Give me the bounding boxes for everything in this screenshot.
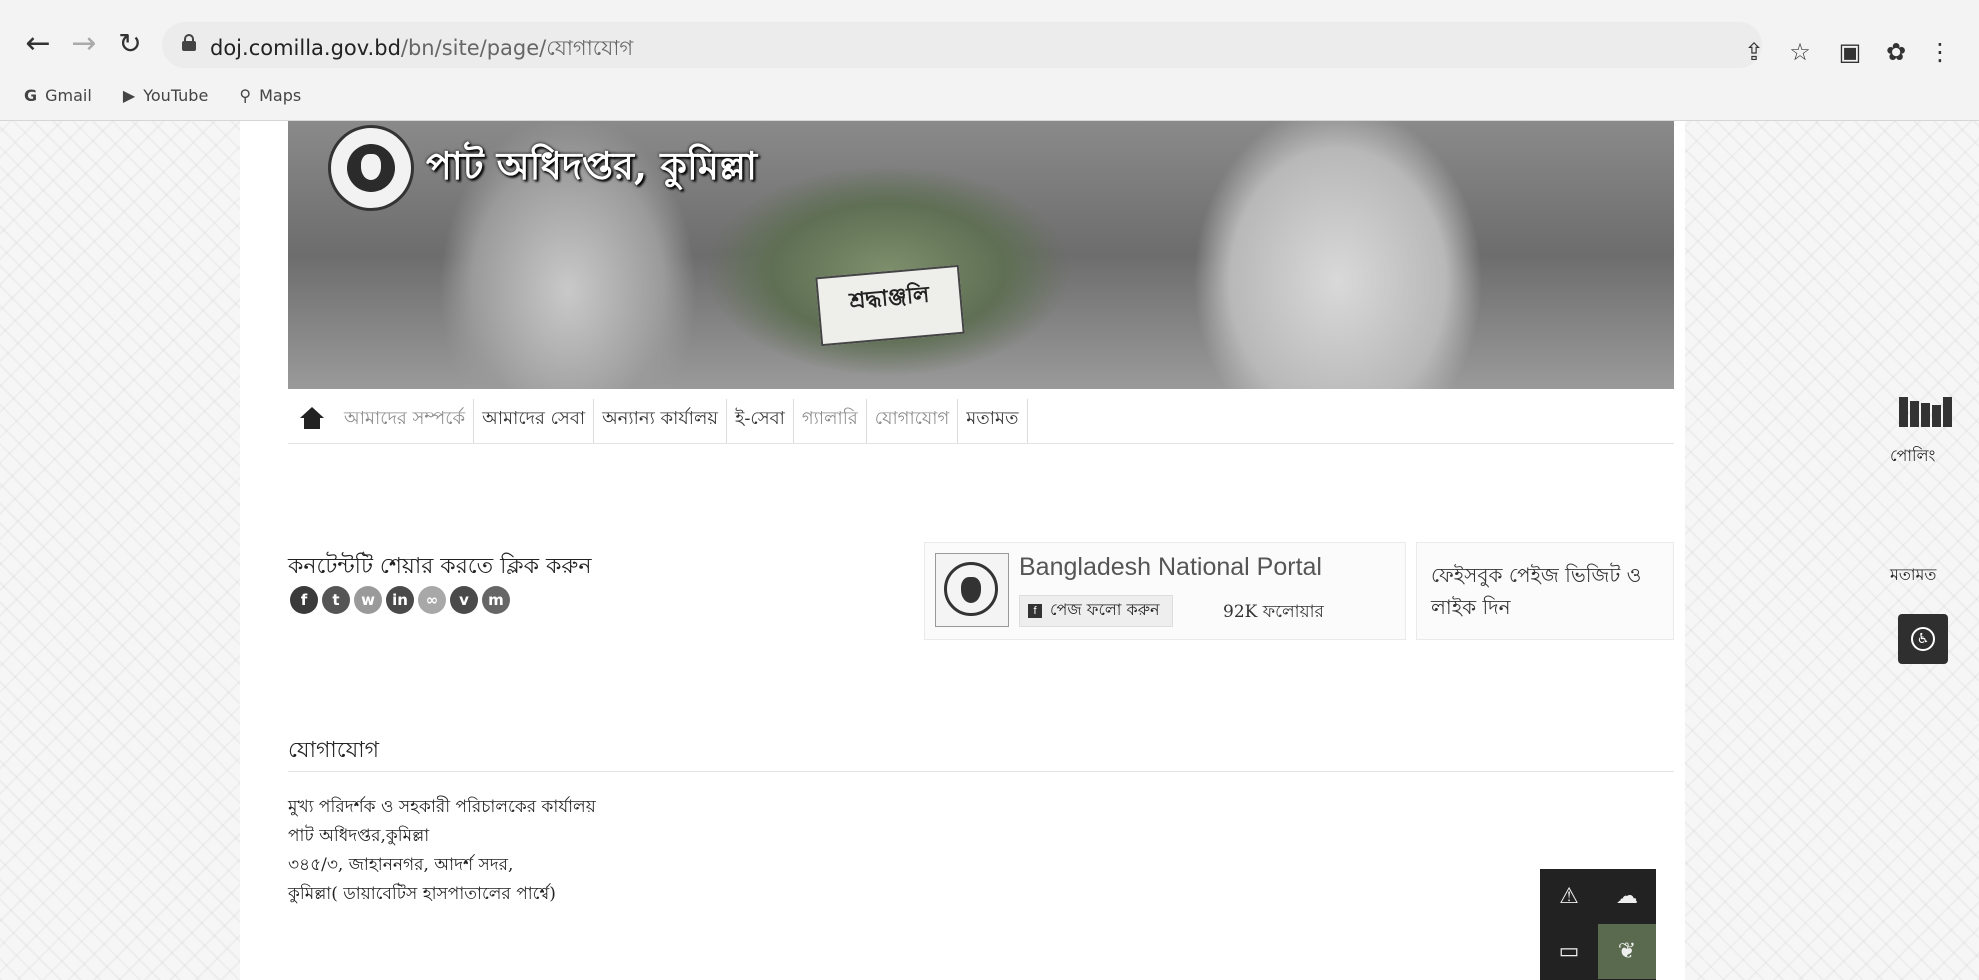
youtube-icon: ▶ [122, 86, 136, 105]
menu-item[interactable]: ই-সেবা [727, 399, 794, 443]
facebook-page-box: Bangladesh National Portal f পেজ ফলো করুন… [924, 542, 1406, 640]
page-background: শ্রদ্ধাঞ্জলি পাট অধিদপ্তর, কুমিল্লা আমাদ… [0, 121, 1979, 980]
viber-icon[interactable]: v [450, 586, 478, 614]
site-title[interactable]: পাট অধিদপ্তর, কুমিল্লা [426, 137, 757, 201]
bookmark-label: Maps [259, 86, 302, 105]
address-line: মুখ্য পরিদর্শক ও সহকারী পরিচালকের কার্যা… [288, 797, 596, 817]
contact-address: মুখ্য পরিদর্শক ও সহকারী পরিচালকের কার্যা… [288, 793, 596, 909]
browser-chrome: ← → ↻ doj.comilla.gov.bd/bn/site/page/যো… [0, 0, 1979, 121]
main-menu: আমাদের সম্পর্কে আমাদের সেবা অন্যান্য কার্য… [288, 399, 1674, 444]
accessibility-icon: ♿ [1911, 627, 1935, 651]
facebook-visit-box[interactable]: ফেইসবুক পেইজ ভিজিট ও লাইক দিন [1416, 542, 1674, 640]
menu-item[interactable]: আমাদের সেবা [474, 399, 595, 443]
facebook-visit-text: ফেইসবুক পেইজ ভিজিট ও লাইক দিন [1431, 563, 1642, 619]
cloud-off-icon[interactable]: ☁ [1598, 869, 1656, 924]
share-page-icon[interactable]: ⇪ [1739, 38, 1769, 68]
contact-title: যোগাযোগ [288, 738, 380, 763]
share-icons: f t w in ∞ v m [290, 586, 514, 618]
followers-count: 92K ফলোয়ার [1223, 602, 1324, 622]
url-text[interactable]: doj.comilla.gov.bd/bn/site/page/যোগাযোগ [210, 32, 633, 67]
facebook-page-name[interactable]: Bangladesh National Portal [1019, 553, 1322, 582]
whatsapp-icon[interactable]: w [354, 586, 382, 614]
reload-icon[interactable]: ↻ [112, 26, 148, 62]
address-line: কুমিল্লা( ডায়াবেটিস হাসপাতালের পার্শ্বে… [288, 884, 556, 904]
linkedin-icon[interactable]: in [386, 586, 414, 614]
accessibility-button[interactable]: ♿ [1898, 614, 1948, 664]
url-host: doj.comilla.gov.bd [210, 36, 401, 60]
main-container: শ্রদ্ধাঞ্জলি পাট অধিদপ্তর, কুমিল্লা আমাদ… [240, 121, 1685, 980]
shield-warning-icon[interactable]: ⚠ [1540, 869, 1598, 924]
google-icon: G [24, 86, 38, 105]
address-line: পাট অধিদপ্তর,কুমিল্লা [288, 826, 430, 846]
maps-icon: ⚲ [239, 86, 252, 105]
bookmarks-bar: G Gmail ▶ YouTube ⚲ Maps [24, 86, 327, 112]
browser-actions: ⇪ ☆ ▣ ✿ ⋮ [1739, 38, 1959, 74]
leaf-icon[interactable]: ❦ [1598, 924, 1656, 979]
menu-item[interactable]: যোগাযোগ [867, 399, 959, 443]
facebook-icon[interactable]: f [290, 586, 318, 614]
floating-widget: ⚠ ☁ ▭ ❦ [1540, 869, 1656, 980]
url-path: /bn/site/page/যোগাযোগ [400, 36, 634, 60]
forward-arrow-icon[interactable]: → [66, 26, 102, 62]
follow-label: পেজ ফলো করুন [1050, 600, 1160, 619]
menu-list: আমাদের সম্পর্কে আমাদের সেবা অন্যান্য কার্য… [336, 399, 1028, 443]
wreath-card-text: শ্রদ্ধাঞ্জলি [848, 281, 931, 315]
divider [288, 771, 1674, 772]
bookmark-star-icon[interactable]: ☆ [1785, 38, 1815, 68]
menu-dots-icon[interactable]: ⋮ [1925, 38, 1955, 68]
address-line: ৩৪৫/৩, জাহাননগর, আদর্শ সদর, [288, 855, 514, 875]
menu-item[interactable]: গ্যালারি [794, 399, 867, 443]
browser-toolbar: ← → ↻ doj.comilla.gov.bd/bn/site/page/যো… [0, 10, 1979, 80]
home-icon[interactable] [298, 405, 326, 433]
portal-logo[interactable] [935, 553, 1009, 627]
polling-chart-icon[interactable] [1899, 391, 1952, 427]
link-icon[interactable]: ∞ [418, 586, 446, 614]
lock-icon[interactable] [182, 34, 196, 51]
bookmark-label: Gmail [45, 86, 92, 105]
back-arrow-icon[interactable]: ← [20, 26, 56, 62]
share-heading: কনটেন্টটি শেয়ার করতে ক্লিক করুন [288, 554, 592, 579]
polling-label[interactable]: পোলিং [1890, 443, 1935, 470]
address-bar[interactable]: doj.comilla.gov.bd/bn/site/page/যোগাযোগ [162, 22, 1762, 68]
image-icon[interactable]: ▭ [1540, 924, 1598, 979]
bookmark-maps[interactable]: ⚲ Maps [239, 86, 301, 105]
bookmark-label: YouTube [143, 86, 209, 105]
side-panel-icon[interactable]: ▣ [1835, 38, 1865, 68]
feedback-label[interactable]: মতামত [1890, 562, 1936, 589]
menu-item[interactable]: আমাদের সম্পর্কে [336, 399, 475, 443]
twitter-icon[interactable]: t [322, 586, 350, 614]
header-banner: শ্রদ্ধাঞ্জলি পাট অধিদপ্তর, কুমিল্লা [288, 121, 1674, 389]
wreath-card: শ্রদ্ধাঞ্জলি [815, 264, 965, 347]
messenger-icon[interactable]: m [482, 586, 510, 614]
menu-item[interactable]: মতামত [958, 399, 1028, 443]
menu-item[interactable]: অন্যান্য কার্যালয় [594, 399, 727, 443]
bookmark-youtube[interactable]: ▶ YouTube [123, 86, 208, 105]
facebook-icon: f [1028, 603, 1042, 618]
extension-icon[interactable]: ✿ [1881, 38, 1911, 68]
government-seal-logo[interactable] [328, 125, 414, 211]
bookmark-gmail[interactable]: G Gmail [24, 86, 92, 105]
follow-page-button[interactable]: f পেজ ফলো করুন [1019, 595, 1173, 627]
